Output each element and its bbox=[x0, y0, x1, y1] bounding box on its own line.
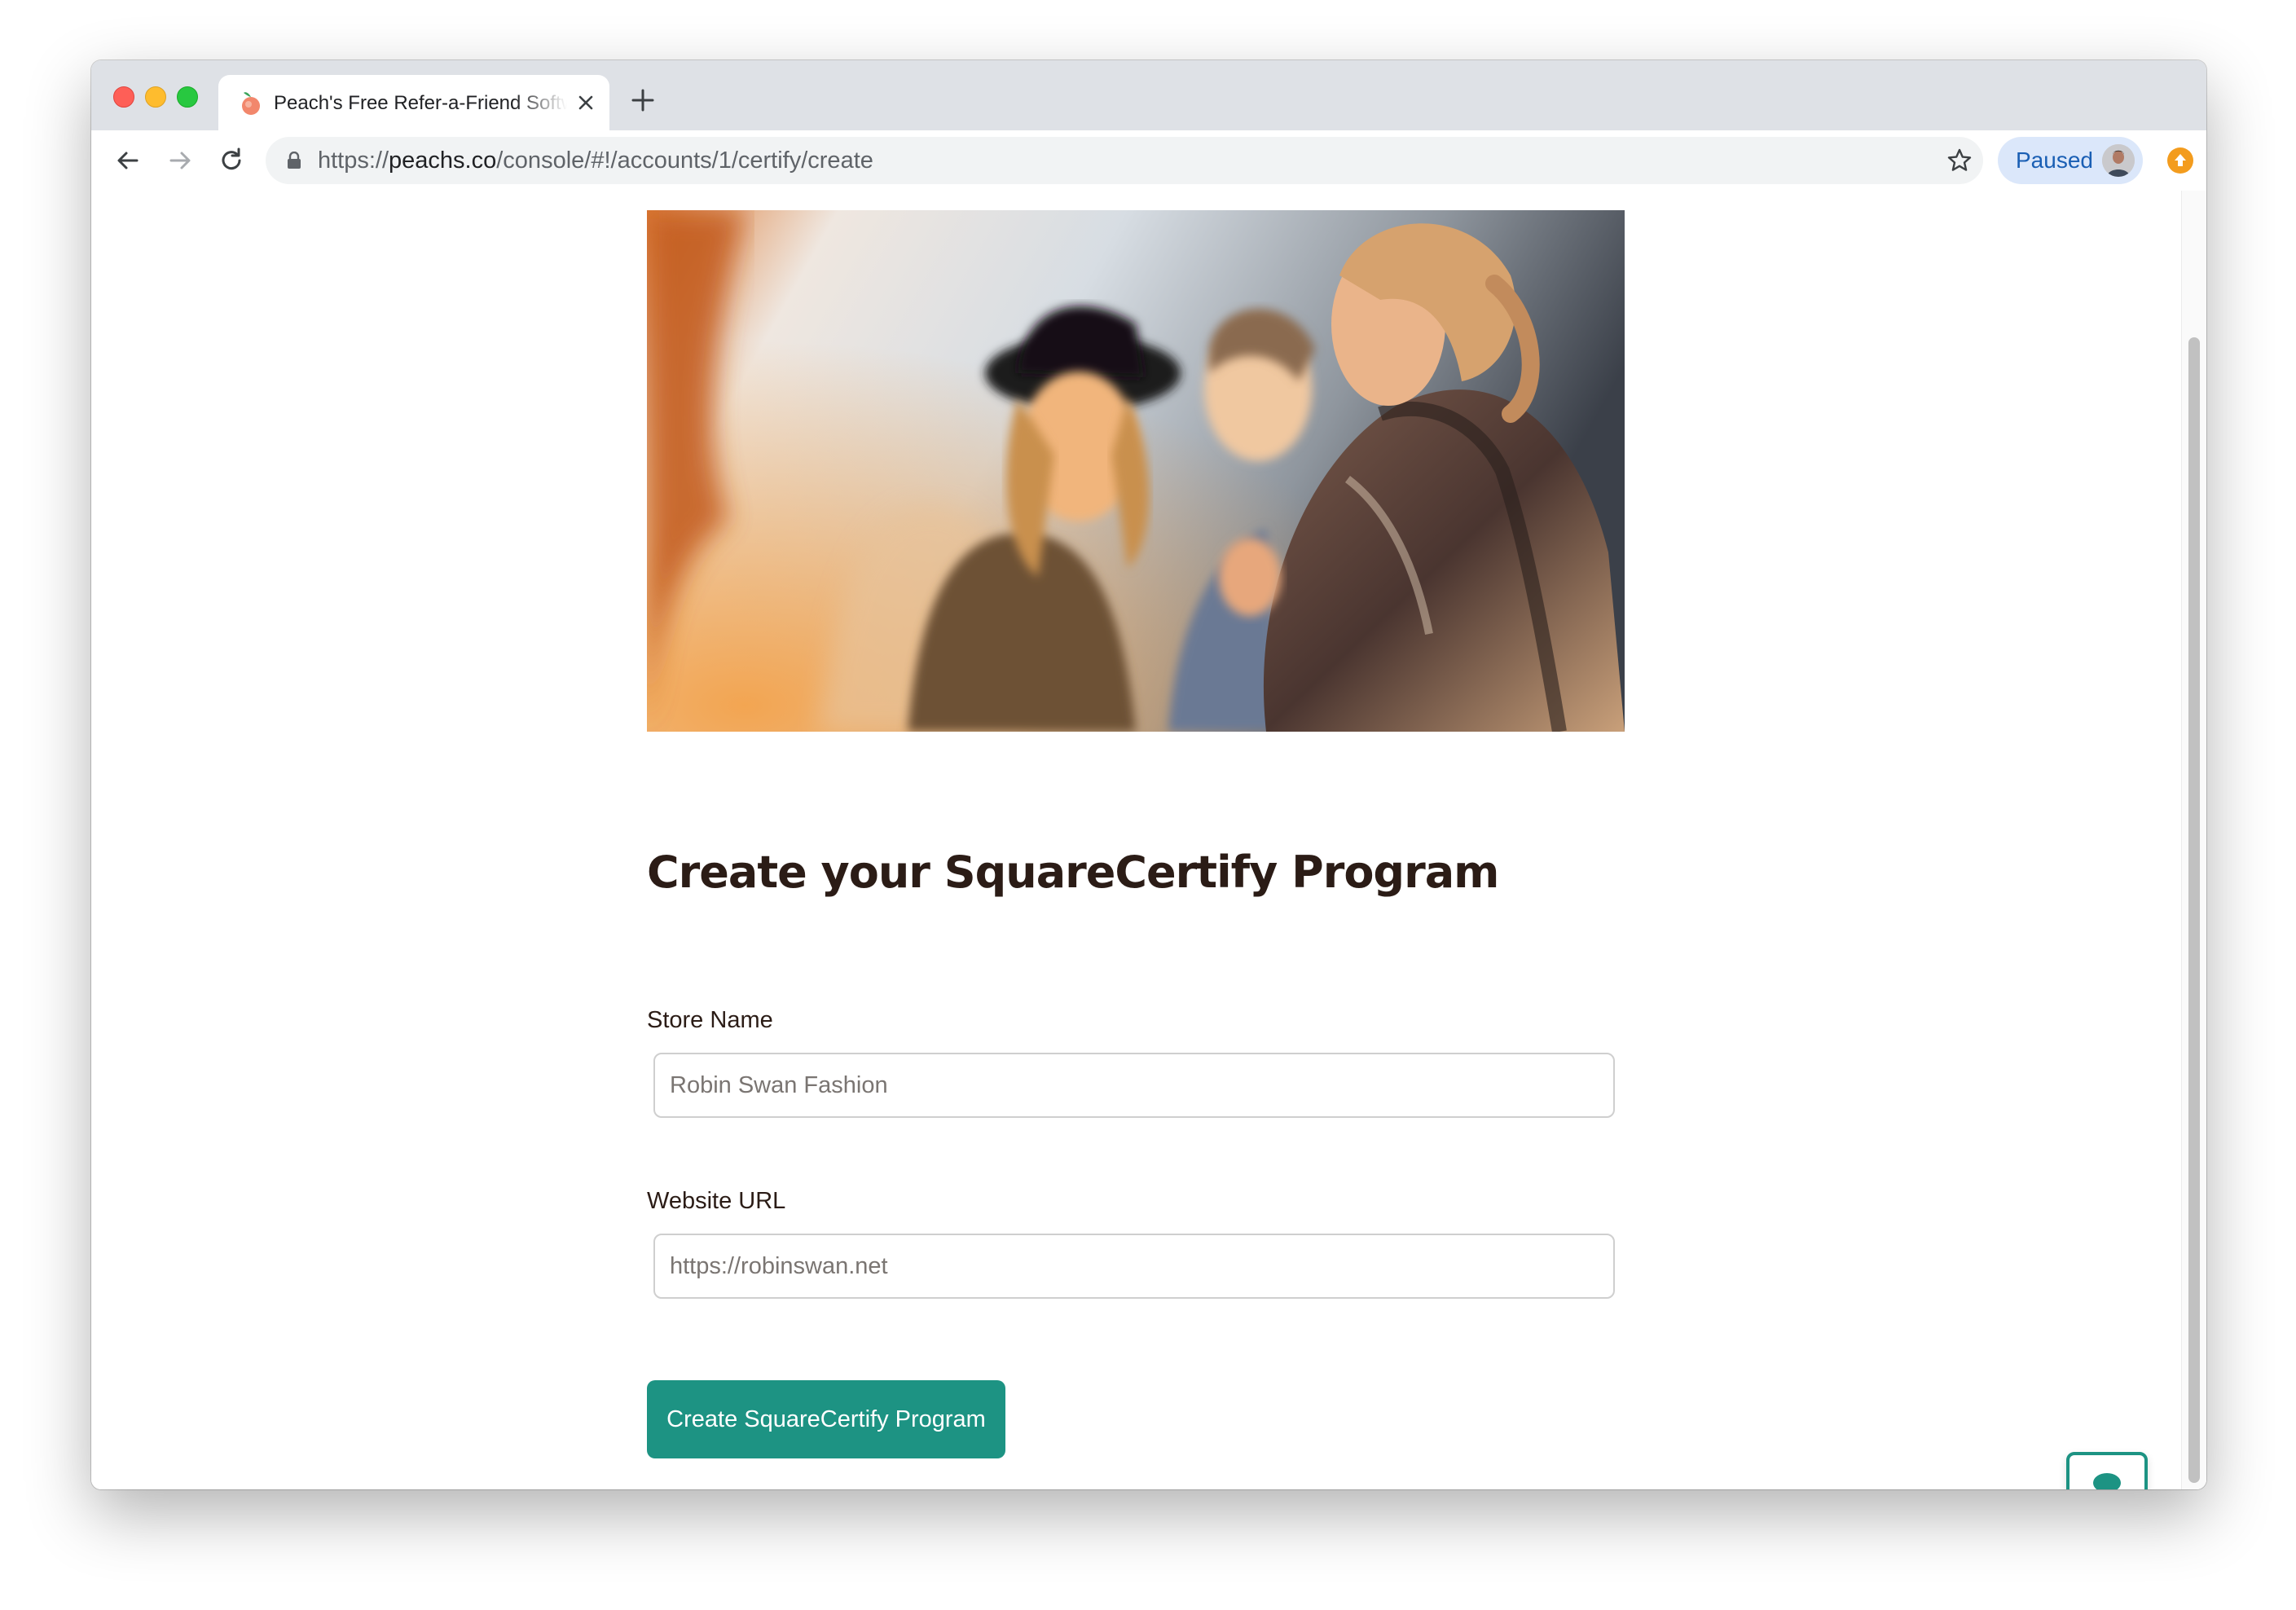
maximize-window-button[interactable] bbox=[177, 86, 198, 108]
website-url-input[interactable] bbox=[653, 1234, 1615, 1299]
browser-titlebar: Peach's Free Refer-a-Friend Software bbox=[91, 60, 2206, 130]
url-scheme: https:// bbox=[318, 147, 389, 174]
page-content: Create your SquareCertify Program Store … bbox=[91, 191, 2206, 1489]
address-url: https://peachs.co/console/#!/accounts/1/… bbox=[318, 147, 873, 174]
profile-button[interactable]: Paused bbox=[1998, 137, 2143, 184]
browser-tab-active[interactable]: Peach's Free Refer-a-Friend Software bbox=[218, 75, 609, 130]
plus-icon[interactable] bbox=[631, 88, 655, 112]
lock-icon bbox=[288, 152, 301, 169]
create-program-button[interactable]: Create SquareCertify Program bbox=[647, 1380, 1005, 1458]
website-url-label: Website URL bbox=[647, 1188, 786, 1214]
chat-bubble-icon bbox=[2093, 1473, 2121, 1489]
profile-status: Paused bbox=[2016, 147, 2093, 173]
hero-image bbox=[647, 210, 1625, 732]
peach-icon bbox=[242, 92, 260, 115]
url-host: peachs.co bbox=[389, 147, 497, 174]
minimize-window-button[interactable] bbox=[145, 86, 166, 108]
scrollbar-thumb[interactable] bbox=[2188, 337, 2200, 1483]
arrow-right-icon[interactable] bbox=[166, 147, 194, 174]
page-scrollbar[interactable] bbox=[2181, 191, 2206, 1489]
reload-icon[interactable] bbox=[218, 147, 245, 174]
tab-title: Peach's Free Refer-a-Friend Software bbox=[274, 92, 567, 114]
browser-window: Peach's Free Refer-a-Friend Software htt… bbox=[91, 60, 2206, 1489]
close-icon[interactable] bbox=[577, 94, 595, 112]
browser-toolbar: https://peachs.co/console/#!/accounts/1/… bbox=[91, 130, 2206, 192]
star-icon[interactable] bbox=[1946, 147, 1973, 174]
address-bar[interactable]: https://peachs.co/console/#!/accounts/1/… bbox=[266, 137, 1983, 184]
avatar bbox=[2102, 144, 2135, 177]
chat-widget-button[interactable] bbox=[2066, 1452, 2148, 1489]
close-window-button[interactable] bbox=[113, 86, 134, 108]
extension-icon[interactable] bbox=[2167, 147, 2193, 174]
arrow-left-icon[interactable] bbox=[114, 147, 142, 174]
url-path: /console/#!/accounts/1/certify/create bbox=[496, 147, 873, 174]
store-name-input[interactable] bbox=[653, 1053, 1615, 1118]
store-name-label: Store Name bbox=[647, 1007, 773, 1033]
page-title: Create your SquareCertify Program bbox=[647, 847, 1499, 898]
